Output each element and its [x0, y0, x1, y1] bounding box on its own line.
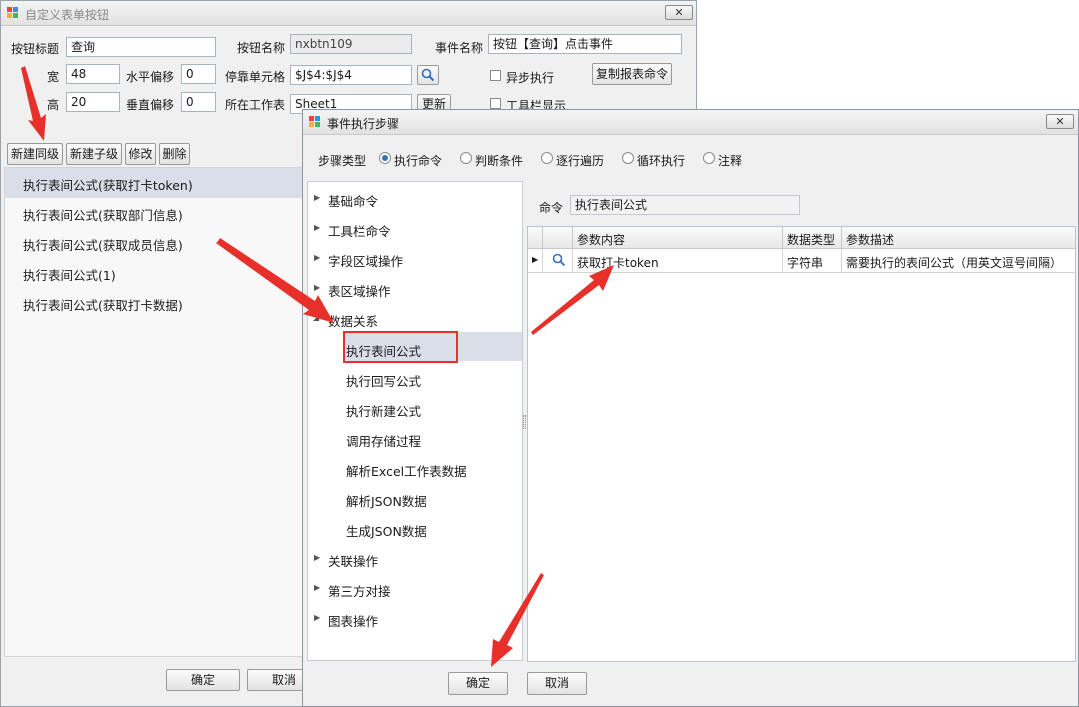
modify-button[interactable]: 修改 — [125, 143, 156, 165]
tree-node-exec-new-formula[interactable]: 执行新建公式 — [346, 401, 421, 420]
tree-node-third-party[interactable]: 第三方对接 — [328, 581, 391, 600]
radio-row-loop-label[interactable]: 逐行遍历 — [556, 152, 604, 169]
list-item[interactable]: 执行表间公式(获取成员信息) — [23, 235, 183, 254]
event-input[interactable]: 按钮【查询】点击事件 — [488, 34, 682, 54]
col-param-desc[interactable]: 参数描述 — [842, 227, 1075, 249]
app-icon — [309, 116, 321, 128]
highlight-box — [343, 331, 458, 363]
list-item[interactable]: 执行表间公式(获取打卡token) — [23, 175, 193, 194]
async-label: 异步执行 — [506, 71, 555, 85]
radio-exec-command-label[interactable]: 执行命令 — [394, 152, 442, 169]
tree-node-exec-writeback[interactable]: 执行回写公式 — [346, 371, 421, 390]
async-checkbox[interactable] — [490, 70, 501, 81]
tree-node-call-procedure[interactable]: 调用存储过程 — [346, 431, 421, 450]
sheet-label: 所在工作表 — [225, 98, 286, 112]
splitter-handle[interactable] — [523, 415, 526, 429]
tree-node-table-area[interactable]: 表区域操作 — [328, 281, 391, 300]
tree-node-field-area[interactable]: 字段区域操作 — [328, 251, 403, 270]
tree-node-parse-excel[interactable]: 解析Excel工作表数据 — [346, 461, 467, 480]
radio-comment[interactable] — [703, 152, 715, 164]
voffset-input[interactable]: 0 — [181, 92, 216, 112]
expand-arrow-icon[interactable]: ▶ — [314, 223, 320, 232]
voffset-label: 垂直偏移 — [126, 98, 175, 112]
height-input[interactable]: 20 — [66, 92, 120, 112]
ok-button[interactable]: 确定 — [166, 669, 240, 691]
close-icon[interactable]: ✕ — [1046, 114, 1074, 129]
radio-condition[interactable] — [460, 152, 472, 164]
radio-row-loop[interactable] — [541, 152, 553, 164]
close-icon[interactable]: ✕ — [665, 5, 693, 20]
radio-comment-label[interactable]: 注释 — [718, 152, 742, 169]
command-label: 命令 — [539, 201, 564, 215]
hoffset-input[interactable]: 0 — [181, 64, 216, 84]
row-indicator-icon: ▶ — [528, 249, 543, 273]
tree-node-basic[interactable]: 基础命令 — [328, 191, 378, 210]
expand-arrow-icon[interactable]: ▶ — [314, 283, 320, 292]
new-sibling-button[interactable]: 新建同级 — [7, 143, 63, 165]
ok-button[interactable]: 确定 — [448, 672, 508, 695]
step-type-label: 步骤类型 — [318, 154, 367, 168]
radio-condition-label[interactable]: 判断条件 — [475, 152, 523, 169]
app-icon — [7, 7, 19, 19]
dialog-title-bar: 事件执行步骤 ✕ — [303, 110, 1078, 135]
tree-node-toolbar[interactable]: 工具栏命令 — [328, 221, 391, 240]
list-item[interactable]: 执行表间公式(1) — [23, 265, 116, 284]
grid-corner — [528, 227, 543, 249]
params-grid: 参数内容 数据类型 参数描述 ▶ 获取打卡token 字符串 需要执行的表间公式… — [527, 226, 1076, 662]
tree-node-chart[interactable]: 图表操作 — [328, 611, 378, 630]
expand-arrow-icon[interactable]: ▶ — [314, 583, 320, 592]
col-data-type[interactable]: 数据类型 — [783, 227, 842, 249]
list-item[interactable]: 执行表间公式(获取部门信息) — [23, 205, 183, 224]
radio-exec-command[interactable] — [379, 152, 391, 164]
event-steps-dialog: 事件执行步骤 ✕ 步骤类型 执行命令 判断条件 逐行遍历 循环执行 注释 ▶ 基… — [302, 109, 1079, 707]
expand-arrow-icon[interactable]: ▶ — [314, 553, 320, 562]
command-input[interactable]: 执行表间公式 — [570, 195, 800, 215]
height-label: 高 — [47, 98, 60, 112]
width-label: 宽 — [47, 70, 60, 84]
hoffset-label: 水平偏移 — [126, 70, 175, 84]
dock-label: 停靠单元格 — [225, 70, 286, 84]
caption-input[interactable]: 查询 — [66, 37, 216, 57]
col-param-content[interactable]: 参数内容 — [573, 227, 783, 249]
tree-node-data-relation[interactable]: 数据关系 — [328, 311, 378, 330]
cancel-button[interactable]: 取消 — [527, 672, 587, 695]
search-icon — [421, 68, 435, 82]
dock-input[interactable]: $J$4:$J$4 — [290, 65, 412, 85]
expand-arrow-icon[interactable]: ▶ — [314, 253, 320, 262]
grid-icon-col — [543, 227, 573, 249]
window-title: 自定义表单按钮 — [25, 8, 110, 22]
radio-loop[interactable] — [622, 152, 634, 164]
table-row[interactable] — [543, 249, 573, 273]
toolbar-checkbox[interactable] — [490, 98, 501, 109]
tree-node-gen-json[interactable]: 生成JSON数据 — [346, 521, 427, 540]
name-input[interactable]: nxbtn109 — [290, 34, 412, 54]
expand-arrow-icon[interactable]: ▶ — [314, 193, 320, 202]
tree-node-parse-json[interactable]: 解析JSON数据 — [346, 491, 427, 510]
delete-button[interactable]: 删除 — [159, 143, 190, 165]
tree-node-related[interactable]: 关联操作 — [328, 551, 378, 570]
name-label: 按钮名称 — [237, 41, 286, 55]
width-input[interactable]: 48 — [66, 64, 120, 84]
cell-param-desc[interactable]: 需要执行的表间公式（用英文逗号间隔） — [842, 249, 1075, 273]
title-bar: 自定义表单按钮 ✕ — [1, 1, 696, 26]
cell-param-content[interactable]: 获取打卡token — [573, 249, 783, 273]
search-icon[interactable] — [552, 253, 566, 267]
dialog-title: 事件执行步骤 — [327, 117, 400, 131]
list-item[interactable]: 执行表间公式(获取打卡数据) — [23, 295, 183, 314]
new-child-button[interactable]: 新建子级 — [66, 143, 122, 165]
collapse-arrow-icon[interactable]: ◢ — [313, 313, 319, 322]
radio-loop-label[interactable]: 循环执行 — [637, 152, 685, 169]
event-label: 事件名称 — [435, 41, 484, 55]
dock-pick-button[interactable] — [417, 65, 439, 85]
copy-command-button[interactable]: 复制报表命令 — [592, 63, 672, 85]
caption-label: 按钮标题 — [11, 42, 60, 56]
cell-data-type[interactable]: 字符串 — [783, 249, 842, 273]
expand-arrow-icon[interactable]: ▶ — [314, 613, 320, 622]
